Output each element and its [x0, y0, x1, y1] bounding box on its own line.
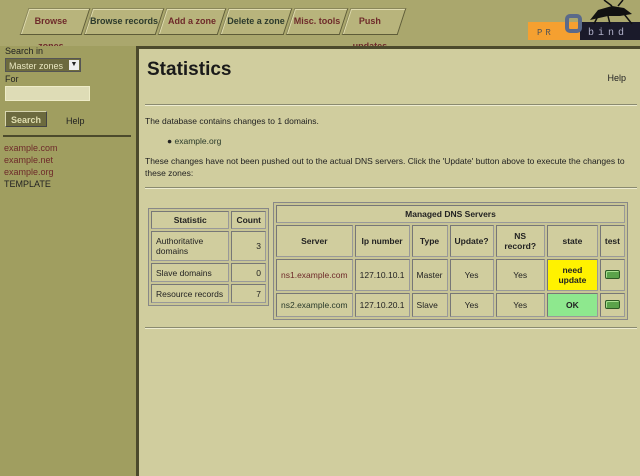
zone-link[interactable]: example.org: [4, 167, 54, 177]
tab-add-zone[interactable]: Add a zone: [157, 8, 227, 35]
main-content: Statistics Help The database contains ch…: [136, 46, 640, 476]
domain-link[interactable]: example.org: [175, 136, 222, 146]
svg-text:PR: PR: [537, 28, 554, 38]
test-button-icon[interactable]: [604, 269, 620, 279]
search-input[interactable]: [5, 86, 90, 101]
table-row: ns2.example.com 127.10.20.1 Slave Yes Yes OK: [276, 293, 625, 317]
tab-misc-tools[interactable]: Misc. tools: [285, 8, 349, 35]
status-badge: OK: [546, 293, 598, 317]
table-row: Resource records 7: [151, 284, 266, 303]
search-in-select[interactable]: Master zones ▼: [5, 58, 81, 72]
probind-logo: PR bind: [528, 0, 640, 40]
divider: [145, 187, 637, 189]
page-title: Statistics: [147, 59, 232, 80]
status-badge: need update: [546, 259, 598, 291]
server-link[interactable]: ns2.example.com: [276, 293, 353, 317]
zone-link[interactable]: example.com: [4, 143, 58, 153]
statistics-table: Statistic Count Authoritative domains 3 Sl…: [148, 208, 269, 306]
dns-servers-table: Managed DNS Servers Server Ip number Type U…: [273, 202, 628, 320]
zone-link[interactable]: example.net: [4, 155, 53, 165]
help-link[interactable]: Help: [66, 116, 85, 126]
sidebar: Search in Master zones ▼ For Search Help …: [0, 46, 136, 476]
svg-text:bind: bind: [588, 27, 628, 39]
test-button-icon[interactable]: [604, 299, 620, 309]
tab-browse-zones[interactable]: Browse zones: [19, 8, 91, 51]
help-link[interactable]: Help: [607, 73, 626, 83]
table-row: ns1.example.com 127.10.10.1 Master Yes Yes n…: [276, 259, 625, 291]
table-row: Slave domains 0: [151, 263, 266, 282]
chevron-down-icon: ▼: [69, 60, 79, 70]
server-link[interactable]: ns1.example.com: [276, 259, 353, 291]
bullet-icon: ●: [167, 136, 173, 146]
tab-push-updates[interactable]: Push updates: [341, 8, 407, 51]
top-nav: Browse zones Browse records Add a zone D…: [0, 0, 640, 51]
search-button[interactable]: Search: [5, 111, 47, 127]
divider: [3, 135, 131, 137]
divider: [145, 104, 637, 106]
divider: [145, 327, 637, 329]
tab-browse-records[interactable]: Browse records: [83, 8, 165, 35]
tab-delete-zone[interactable]: Delete a zone: [219, 8, 293, 35]
zone-link[interactable]: TEMPLATE: [4, 179, 51, 189]
changed-domain-item: ● example.org: [167, 135, 221, 147]
table-row: Authoritative domains 3: [151, 231, 266, 261]
